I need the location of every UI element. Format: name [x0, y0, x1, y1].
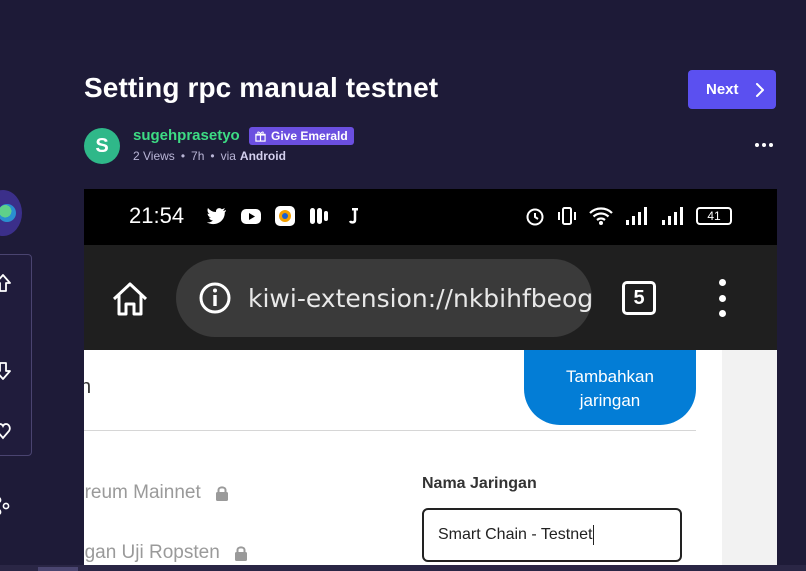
downvote-icon[interactable] — [0, 361, 11, 381]
chevron-right-icon — [755, 82, 764, 97]
system-icons: 41 — [524, 205, 732, 227]
info-icon[interactable] — [198, 281, 232, 315]
browser-toolbar: kiwi-extension://nkbihfbeog 5 — [84, 245, 777, 350]
more-dot — [762, 143, 766, 147]
community-avatar[interactable] — [0, 190, 22, 236]
network-name-value: Smart Chain - Testnet — [438, 526, 593, 543]
menu-dot — [718, 310, 726, 317]
post-age: 7h — [191, 149, 205, 163]
signal-icon — [626, 207, 647, 225]
network-item[interactable]: ereum Mainnet — [84, 482, 229, 504]
views-count: 2 Views — [133, 149, 175, 163]
url-text: kiwi-extension://nkbihfbeog — [248, 283, 592, 313]
scrollbar-thumb[interactable] — [38, 567, 78, 571]
more-dot — [769, 143, 773, 147]
wifi-icon — [589, 207, 613, 225]
give-emerald-label: Give Emerald — [271, 129, 348, 143]
network-name: ngan Uji Ropsten — [84, 542, 220, 563]
post-meta: 2 Views • 7h • via Android — [133, 149, 286, 163]
battery-icon: 41 — [696, 207, 732, 225]
page-side-panel — [722, 350, 777, 567]
via-platform: Android — [239, 149, 286, 163]
author-username[interactable]: sugehprasetyo — [133, 127, 240, 144]
add-network-button[interactable]: Tambahkan jaringan — [524, 350, 696, 425]
lock-icon — [215, 486, 228, 501]
menu-dot — [718, 294, 726, 302]
alarm-icon — [526, 208, 544, 226]
upvote-icon[interactable] — [0, 273, 11, 293]
author-avatar[interactable]: S — [84, 128, 120, 164]
twitter-icon — [206, 205, 228, 227]
vote-rail — [0, 254, 32, 456]
heart-icon[interactable] — [0, 421, 11, 441]
via-label: via — [220, 149, 236, 163]
post-title: Setting rpc manual testnet — [84, 72, 439, 103]
extension-page: n Tambahkan jaringan ereum Mainnet ngan U… — [84, 350, 777, 567]
vibrate-icon — [558, 207, 576, 225]
browser-menu-icon[interactable] — [718, 279, 726, 317]
notification-icons — [206, 205, 364, 227]
app-icon — [274, 205, 296, 227]
phone-status-bar: 21:54 41 — [84, 189, 777, 245]
give-emerald-button[interactable]: Give Emerald — [249, 127, 354, 145]
meta-separator: • — [180, 149, 186, 163]
network-name-label: Nama Jaringan — [422, 475, 537, 492]
horizontal-scrollbar[interactable] — [0, 565, 806, 571]
app-icon — [342, 205, 364, 227]
home-icon[interactable] — [110, 279, 150, 319]
meta-separator: • — [210, 149, 215, 163]
menu-dot — [718, 279, 726, 286]
tab-count: 5 — [633, 286, 645, 309]
truncated-text: n — [84, 376, 92, 398]
post-screenshot[interactable]: 21:54 41 kiwi-extension://nkbihfbeog 5 n… — [84, 189, 777, 567]
more-options-button[interactable] — [752, 136, 776, 154]
avatar-letter: S — [95, 134, 109, 157]
lock-icon — [234, 546, 247, 561]
more-dot — [755, 143, 759, 147]
share-icon[interactable] — [0, 496, 10, 516]
network-name: ereum Mainnet — [84, 482, 201, 503]
app-icon — [308, 205, 330, 227]
phone-clock: 21:54 — [129, 203, 185, 228]
network-item[interactable]: ngan Uji Ropsten — [84, 542, 248, 564]
youtube-music-icon — [240, 205, 262, 227]
text-caret — [593, 525, 595, 545]
signal-icon — [662, 207, 683, 225]
next-button-label: Next — [706, 81, 739, 98]
url-field[interactable]: kiwi-extension://nkbihfbeog — [176, 259, 592, 337]
gift-icon — [255, 131, 266, 142]
tab-switcher-button[interactable]: 5 — [622, 281, 656, 315]
top-band — [0, 0, 806, 40]
divider — [84, 430, 696, 431]
network-name-input[interactable]: Smart Chain - Testnet — [422, 508, 682, 562]
battery-level: 41 — [707, 209, 721, 223]
globe-icon — [0, 204, 16, 222]
next-button[interactable]: Next — [688, 70, 776, 109]
